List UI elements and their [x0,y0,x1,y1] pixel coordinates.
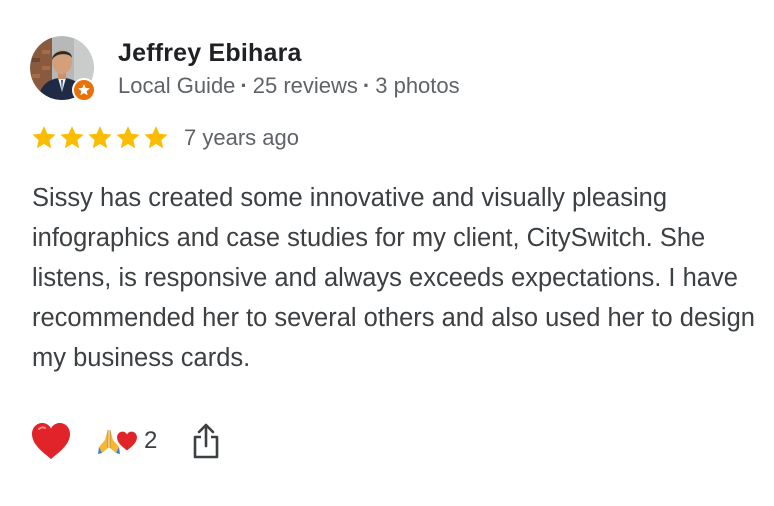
review-actions: 2 [30,418,223,464]
review-card: Jeffrey Ebihara Local Guide · 25 reviews… [0,0,774,506]
guide-star-icon [78,84,90,96]
star-icon [88,126,112,149]
star-icon [60,126,84,149]
reviewer-avatar[interactable] [30,36,96,102]
like-reaction-button[interactable] [30,420,72,462]
reviewer-info: Jeffrey Ebihara Local Guide · 25 reviews… [118,38,460,100]
meta-separator: · [362,73,371,98]
local-guide-label: Local Guide [118,73,236,98]
local-guide-badge-icon [72,78,96,102]
photo-count: 3 photos [375,73,460,98]
share-icon [194,423,219,459]
rating-row: 7 years ago [30,124,299,152]
review-text: Sissy has created some innovative and vi… [32,184,755,372]
small-red-heart-icon [117,431,137,451]
star-icon [116,126,140,149]
star-icon [144,126,168,149]
star-icon [32,126,56,149]
star-rating [30,124,170,152]
meta-separator: · [240,73,248,98]
reaction-count: 2 [144,427,158,454]
review-time: 7 years ago [184,125,299,150]
reactions-summary-button[interactable]: 2 [96,427,157,455]
red-heart-icon [32,423,70,459]
reviewer-header: Jeffrey Ebihara Local Guide · 25 reviews… [30,36,460,102]
share-button[interactable] [189,421,223,461]
reviewer-name[interactable]: Jeffrey Ebihara [118,38,460,68]
reviewer-meta: Local Guide · 25 reviews · 3 photos [118,72,460,100]
review-count: 25 reviews [252,73,358,98]
